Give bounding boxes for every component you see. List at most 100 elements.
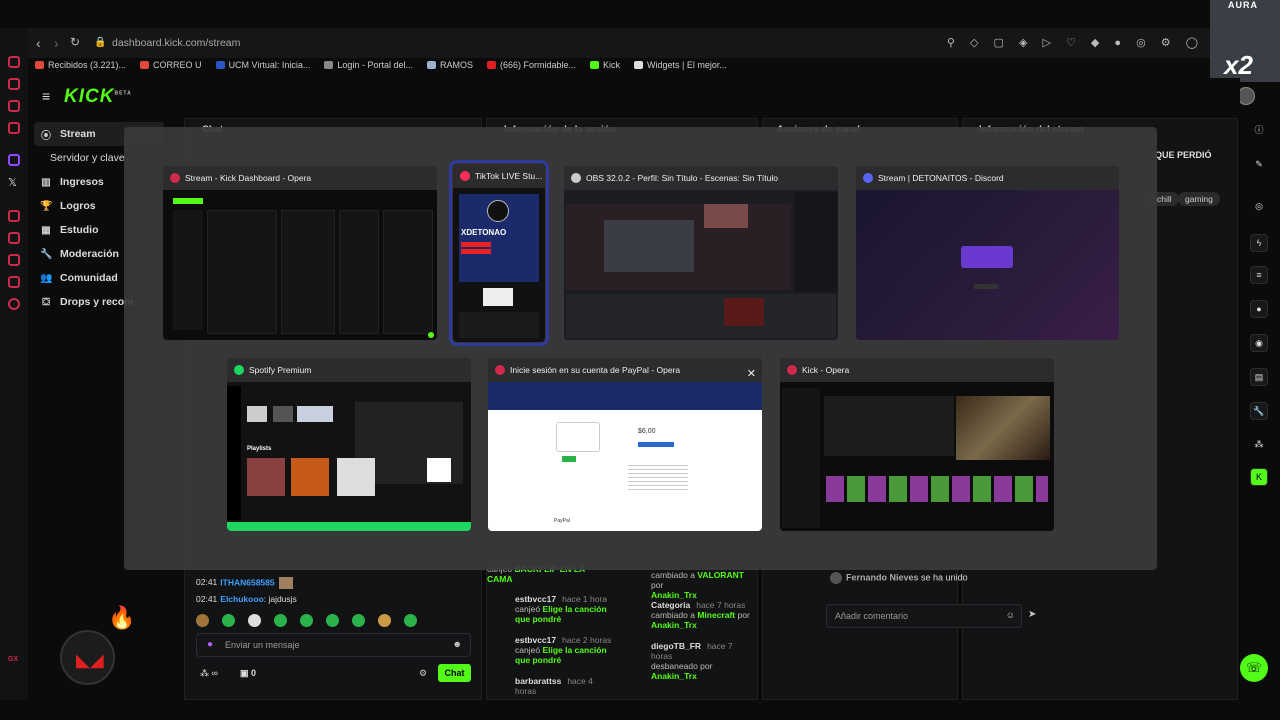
- wrench-icon: 🔧: [40, 248, 53, 260]
- sidebar-app-icon[interactable]: [8, 210, 20, 222]
- task-switcher-overlay: Stream - Kick Dashboard - Opera TikTok L…: [124, 127, 1157, 570]
- list-icon[interactable]: ≡: [1250, 266, 1268, 284]
- window-thumbnail-tiktok-live[interactable]: TikTok LIVE Stu... XDETONAO: [449, 160, 549, 346]
- bookmark-item[interactable]: UCM Virtual: Inicia...: [215, 60, 311, 70]
- emoji-icon[interactable]: ☺: [1006, 610, 1015, 620]
- instagram-icon[interactable]: [8, 78, 20, 90]
- settings-icon[interactable]: ⚙: [419, 668, 427, 679]
- wrench-icon[interactable]: 🔧: [1250, 402, 1268, 420]
- points-display[interactable]: ⁂ ∞: [200, 668, 218, 679]
- kick-app-icon[interactable]: K: [1250, 468, 1268, 486]
- emote-bar[interactable]: [196, 614, 417, 627]
- broadcast-icon[interactable]: ◉: [1250, 334, 1268, 352]
- nav-item-label: Moderación: [60, 248, 119, 260]
- comment-input[interactable]: Añadir comentario ☺: [826, 604, 1022, 628]
- reward-item: barbarattss hace 4 horas: [515, 676, 593, 696]
- share-icon[interactable]: ⁂: [1250, 436, 1268, 454]
- gift-count[interactable]: ▣ 0: [240, 668, 256, 679]
- window-thumbnail-discord[interactable]: Stream | DETONAITOS - Discord: [856, 166, 1119, 340]
- kick-logo[interactable]: KICKBETA: [64, 86, 132, 108]
- bookmark-item[interactable]: (666) Formidable...: [486, 60, 576, 70]
- mail-icon[interactable]: [8, 122, 20, 134]
- studio-icon: ▦: [41, 224, 51, 236]
- bookmark-label: RAMOS: [439, 60, 473, 70]
- nav-item-label: Comunidad: [60, 272, 118, 284]
- emote-icon: [404, 614, 417, 627]
- broadcast-icon: ⦿: [41, 130, 51, 142]
- chat-input[interactable]: ● Enviar un mensaje ☻: [196, 633, 471, 657]
- bookmark-item[interactable]: RAMOS: [426, 60, 473, 70]
- send-chat-button[interactable]: Chat: [438, 664, 471, 682]
- tiktok-icon: [460, 171, 470, 181]
- bookmark-icon: [215, 61, 225, 69]
- gx-label: GX: [8, 656, 19, 663]
- bookmark-item[interactable]: Login - Portal del...: [324, 60, 413, 70]
- twitch-icon[interactable]: [8, 154, 20, 166]
- right-toolbar: ⓘ ✎ ◎ ϟ ≡ ● ◉ ▤ 🔧 ⁂ K: [1240, 116, 1280, 700]
- history-icon[interactable]: [8, 254, 20, 266]
- bookmark-icon: [35, 61, 44, 69]
- window-title: Spotify Premium: [249, 365, 312, 375]
- nav-item-label: Logros: [60, 200, 96, 212]
- opera-icon[interactable]: [8, 56, 20, 68]
- window-thumbnail-kick-dashboard[interactable]: Stream - Kick Dashboard - Opera: [163, 166, 437, 340]
- stream-title: QUE PERDIÓ: [1155, 150, 1212, 160]
- layout-icon[interactable]: ▤: [1250, 368, 1268, 386]
- action-item: diegoTB_FR hace 7 horas desbaneado por An…: [651, 641, 733, 681]
- reward-item: estbvcc17 hace 2 horas canjeó Elige la ca…: [515, 635, 612, 665]
- bookmark-item[interactable]: Widgets | El mejor...: [634, 60, 727, 70]
- lightning-icon[interactable]: ϟ: [1250, 234, 1268, 252]
- messenger-icon[interactable]: [8, 100, 20, 112]
- bookmark-item[interactable]: Recibidos (3.221)...: [35, 60, 126, 70]
- gift-icon: ⛋: [42, 296, 50, 308]
- emote-icon: [300, 614, 313, 627]
- menu-icon[interactable]: ≡: [42, 88, 50, 104]
- back-icon[interactable]: ‹: [36, 35, 41, 51]
- bookmark-icon[interactable]: [8, 276, 20, 288]
- bookmark-label: UCM Virtual: Inicia...: [228, 60, 311, 70]
- bookmark-label: Login - Portal del...: [337, 60, 413, 70]
- emote-icon: [378, 614, 391, 627]
- reload-icon[interactable]: ↻: [70, 35, 80, 49]
- obs-icon: [487, 200, 509, 222]
- chart-icon: ▥: [41, 176, 51, 188]
- x-icon[interactable]: 𝕏: [8, 176, 17, 189]
- settings-icon[interactable]: [8, 298, 20, 310]
- mic-icon[interactable]: ●: [207, 639, 213, 650]
- address-bar[interactable]: ‹ › ↻ 🔒 dashboard.kick.com/stream ⚲ ◇ ▢ …: [28, 30, 1208, 56]
- bookmark-icon: [634, 61, 644, 69]
- info-icon[interactable]: ⓘ: [1250, 122, 1268, 140]
- paypal-amount: $6,00: [638, 428, 656, 435]
- emoji-icon[interactable]: ☻: [453, 639, 462, 649]
- camera-icon[interactable]: ◎: [1250, 198, 1268, 216]
- emote-icon: [274, 614, 287, 627]
- window-thumbnail-obs[interactable]: OBS 32.0.2 - Perfil: Sin Título - Escena…: [564, 166, 838, 340]
- toolbar-icons[interactable]: ⚲ ◇ ▢ ◈ ▷ ♡ ◆ ● ◎ ⚙ ◯: [947, 36, 1204, 49]
- activity-joined: Fernando Nieves se ha unido: [830, 572, 968, 584]
- nav-item-label: Estudio: [60, 224, 99, 236]
- window-thumbnail-paypal[interactable]: Inicie sesión en su cuenta de PayPal - O…: [488, 358, 762, 531]
- discord-icon: [863, 173, 873, 183]
- send-icon[interactable]: ➤: [1028, 609, 1036, 620]
- nav-item-label: Drops y recom: [60, 296, 134, 308]
- url-text[interactable]: dashboard.kick.com/stream: [112, 37, 240, 49]
- bookmark-label: CORREO U: [153, 60, 202, 70]
- window-title: Stream | DETONAITOS - Discord: [878, 173, 1004, 183]
- emote-icon: [196, 614, 209, 627]
- bookmark-item[interactable]: CORREO U: [140, 60, 202, 70]
- bookmark-item[interactable]: Kick: [590, 60, 620, 70]
- chat-icon[interactable]: ●: [1250, 300, 1268, 318]
- chat-message: 02:41 ITHAN658585: [196, 577, 293, 589]
- forward-icon[interactable]: ›: [54, 35, 59, 51]
- emote-icon: [278, 577, 293, 589]
- emote-icon: [222, 614, 235, 627]
- close-icon[interactable]: ✕: [747, 362, 756, 382]
- sidebar-app-icon[interactable]: [8, 232, 20, 244]
- action-item: Categoría hace 7 horas cambiado a Minecra…: [651, 600, 750, 630]
- bookmark-icon: [140, 61, 150, 69]
- tag-chip[interactable]: gaming: [1178, 192, 1220, 206]
- support-icon[interactable]: ☏: [1240, 654, 1268, 682]
- window-thumbnail-spotify[interactable]: Spotify Premium Playlists: [227, 358, 471, 531]
- window-thumbnail-kick-opera[interactable]: Kick - Opera: [780, 358, 1054, 531]
- edit-icon[interactable]: ✎: [1250, 156, 1268, 174]
